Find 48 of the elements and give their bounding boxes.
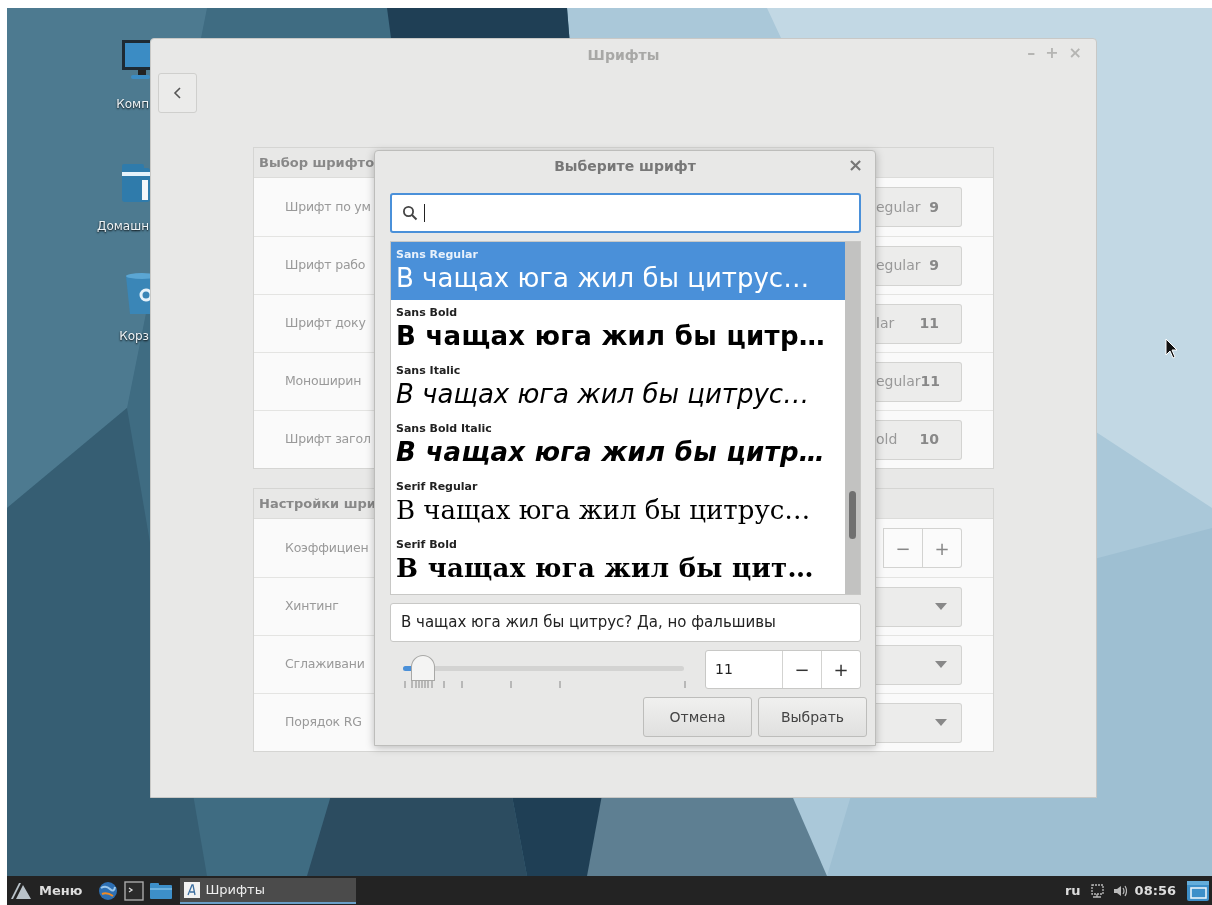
network-icon[interactable]	[1088, 882, 1105, 899]
setting-label: Шрифт по ум	[285, 197, 371, 216]
slider-thumb[interactable]	[410, 655, 435, 681]
font-size-value: 9	[929, 197, 939, 217]
setting-label: Коэффициен	[285, 538, 369, 557]
section-header: Выбор шрифто	[259, 153, 375, 172]
close-button[interactable]: ×	[847, 154, 863, 176]
font-size-value: 9	[929, 256, 939, 275]
setting-label: Шрифт доку	[285, 314, 366, 333]
scrollbar[interactable]	[845, 242, 860, 594]
dropdown-arrow-icon	[935, 719, 947, 726]
setting-label: Сглаживани	[285, 655, 365, 674]
dialog-button[interactable]: Выбрать	[758, 697, 867, 737]
window-title: Шрифты	[587, 45, 660, 65]
font-size-value: 10	[919, 430, 939, 449]
font-size-value: 11	[919, 314, 939, 333]
dropdown-arrow-icon	[935, 661, 947, 668]
search-icon	[402, 205, 418, 221]
icon-label[interactable]: Комп	[116, 95, 149, 113]
dropdown-arrow-icon	[935, 603, 947, 610]
dialog-button[interactable]: Отмена	[643, 697, 752, 737]
menu-button[interactable]: Меню	[7, 876, 93, 905]
desktop-icon[interactable]	[1186, 879, 1210, 902]
language-indicator[interactable]: ru	[1064, 880, 1081, 901]
taskbar-button[interactable]: Шрифты	[180, 877, 357, 904]
setting-label: Шрифт загол	[285, 430, 371, 449]
setting-label: Шрифт рабо	[285, 256, 366, 275]
cursor-icon	[1165, 338, 1179, 360]
preview-field[interactable]: В чащах юга жил бы цитрус? Да, но фальшивы	[390, 603, 861, 642]
size-slider[interactable]	[403, 655, 684, 682]
volume-icon[interactable]	[1112, 883, 1127, 898]
font-size-value: 11	[920, 372, 941, 391]
back-icon	[172, 86, 183, 100]
scrollbar-thumb[interactable]	[849, 491, 856, 539]
icon-label[interactable]: Домашн	[97, 217, 149, 235]
terminal-icon[interactable]	[124, 880, 145, 901]
setting-label: Моноширин	[285, 372, 362, 391]
setting-label: Хинтинг	[285, 597, 339, 616]
dialog-title: Выберите шрифт	[554, 156, 696, 176]
icon-label[interactable]: Корз	[119, 327, 149, 345]
logo-icon	[9, 880, 33, 901]
text-cursor	[424, 204, 425, 222]
clock[interactable]: 08:56	[1134, 880, 1176, 901]
globe-icon[interactable]	[98, 880, 119, 901]
setting-label: Порядок RG	[285, 713, 362, 732]
font-app-icon	[184, 881, 201, 898]
folder-icon[interactable]	[150, 880, 173, 901]
search-field[interactable]	[390, 193, 861, 233]
